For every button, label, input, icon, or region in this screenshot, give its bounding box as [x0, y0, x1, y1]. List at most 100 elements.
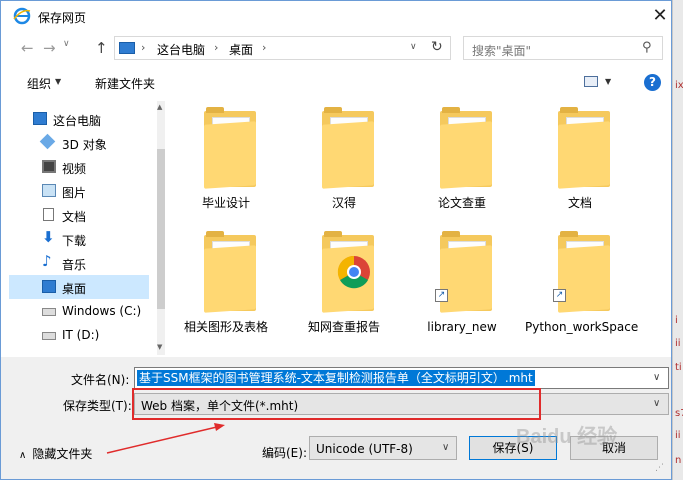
folder-item[interactable]: 相关图形及表格: [171, 225, 281, 343]
folder-label: library_new: [427, 320, 497, 334]
bg-fragment: ix: [675, 80, 683, 91]
breadcrumb-this-pc[interactable]: 这台电脑: [157, 41, 205, 58]
refresh-icon[interactable]: ↻: [431, 39, 443, 55]
annotation-arrow: [106, 423, 225, 454]
sidebar-item-drive-c[interactable]: Windows (C:): [9, 299, 149, 323]
breadcrumb-separator-icon[interactable]: ›: [214, 41, 218, 54]
drive-icon: [42, 308, 56, 316]
sidebar-item-drive-d[interactable]: IT (D:): [9, 323, 149, 347]
folder-item[interactable]: 汉得: [289, 101, 399, 219]
bg-fragment: ii: [675, 338, 681, 349]
folder-item[interactable]: 知网查重报告: [289, 225, 399, 343]
background-page-strip: ix i ii ti s7 ii n: [672, 0, 683, 480]
bg-fragment: ii: [675, 430, 681, 441]
drive-icon: [42, 332, 56, 340]
chevron-down-icon[interactable]: ∨: [653, 372, 660, 383]
command-toolbar: 组织 ▼ 新建文件夹 ▼ ?: [1, 67, 671, 97]
forward-icon[interactable]: →: [43, 39, 56, 57]
chevron-down-icon[interactable]: ∨: [653, 398, 660, 409]
chevron-down-icon[interactable]: ▼: [605, 77, 611, 86]
folder-label: 相关图形及表格: [183, 320, 268, 334]
sidebar-item-downloads[interactable]: ⬇ 下载: [9, 227, 149, 251]
scrollbar-thumb[interactable]: [157, 149, 165, 309]
sidebar-item-music[interactable]: ♪ 音乐: [9, 251, 149, 275]
folder-icon: [204, 107, 256, 189]
sidebar-item-label: 文档: [62, 210, 87, 224]
search-input[interactable]: 搜索"桌面": [472, 42, 531, 59]
sidebar-item-pictures[interactable]: 图片: [9, 179, 149, 203]
encoding-value: Unicode (UTF-8): [316, 442, 413, 456]
search-icon[interactable]: ⚲: [642, 40, 652, 55]
resize-grip-icon[interactable]: ⋰: [655, 463, 664, 473]
title-bar: 保存网页 ✕: [1, 1, 671, 31]
back-icon[interactable]: ←: [21, 39, 34, 57]
folder-label: 毕业设计: [201, 196, 250, 210]
address-bar[interactable]: › 这台电脑 › 桌面 › ∨ ↻: [114, 36, 451, 60]
save-dialog: 保存网页 ✕ ← → ∨ ↑ › 这台电脑 › 桌面 › ∨ ↻ 搜索"桌面" …: [0, 0, 672, 480]
folder-icon: [204, 231, 256, 313]
help-icon[interactable]: ?: [644, 74, 661, 91]
pictures-icon: [42, 184, 56, 197]
sidebar-item-this-pc[interactable]: 这台电脑: [9, 107, 149, 131]
chevron-down-icon[interactable]: ∨: [442, 442, 449, 453]
search-box[interactable]: 搜索"桌面" ⚲: [463, 36, 663, 60]
shortcut-arrow-icon: ↗: [435, 289, 448, 302]
desktop-icon: [42, 280, 56, 293]
folder-icon: [440, 107, 492, 189]
navigation-bar: ← → ∨ ↑ › 这台电脑 › 桌面 › ∨ ↻ 搜索"桌面" ⚲: [1, 33, 671, 63]
computer-icon: [119, 42, 135, 54]
encoding-select[interactable]: Unicode (UTF-8) ∨: [309, 436, 457, 460]
breadcrumb-separator-icon[interactable]: ›: [262, 41, 266, 54]
download-icon: ⬇: [42, 228, 55, 246]
bg-fragment: s7: [675, 408, 683, 419]
navigation-scrollbar[interactable]: ▲ ▼: [157, 101, 165, 355]
folder-shortcut-item[interactable]: ↗ Python_workSpace: [525, 225, 638, 343]
folder-label: 文档: [567, 196, 592, 210]
sidebar-item-label: 视频: [62, 162, 87, 176]
up-icon[interactable]: ↑: [95, 39, 108, 57]
folder-item[interactable]: 论文查重: [407, 101, 517, 219]
sidebar-item-3d-objects[interactable]: 3D 对象: [9, 131, 149, 155]
hide-folders-toggle[interactable]: ∧ 隐藏文件夹: [19, 445, 92, 462]
sidebar-item-desktop[interactable]: 桌面: [9, 275, 149, 299]
sidebar-item-label: 这台电脑: [53, 114, 102, 128]
close-button[interactable]: ✕: [649, 5, 671, 27]
address-dropdown-icon[interactable]: ∨: [410, 42, 417, 52]
hide-folders-label: 隐藏文件夹: [32, 447, 93, 461]
recent-locations-dropdown-icon[interactable]: ∨: [63, 39, 70, 49]
music-icon: ♪: [42, 252, 52, 270]
scroll-down-icon[interactable]: ▼: [157, 343, 162, 351]
chevron-up-icon: ∧: [19, 450, 27, 461]
new-folder-button[interactable]: 新建文件夹: [95, 75, 155, 92]
folder-item[interactable]: 毕业设计: [171, 101, 281, 219]
window-title: 保存网页: [38, 11, 87, 25]
organize-button[interactable]: 组织: [27, 75, 51, 92]
sidebar-item-label: 3D 对象: [62, 138, 107, 152]
chrome-icon: [337, 255, 370, 289]
bg-fragment: i: [675, 315, 678, 326]
sidebar-item-label: Windows (C:): [62, 304, 142, 318]
documents-icon: [43, 208, 54, 221]
sidebar-item-documents[interactable]: 文档: [9, 203, 149, 227]
computer-icon: [33, 112, 47, 125]
encoding-label: 编码(E):: [262, 446, 307, 460]
sidebar-item-label: IT (D:): [62, 328, 100, 342]
folder-label: 论文查重: [437, 196, 486, 210]
breadcrumb-desktop[interactable]: 桌面: [229, 41, 253, 58]
folder-item[interactable]: 文档: [525, 101, 635, 219]
scroll-up-icon[interactable]: ▲: [157, 103, 162, 111]
file-list: 毕业设计 汉得 论文查重 文档 相关图形及表格 知网查重报告 ↗ library…: [167, 101, 659, 355]
shortcut-arrow-icon: ↗: [553, 289, 566, 302]
folder-shortcut-item[interactable]: ↗ library_new: [407, 225, 517, 343]
sidebar-item-label: 图片: [62, 186, 87, 200]
change-view-icon[interactable]: [584, 76, 598, 87]
bg-fragment: n: [675, 455, 682, 466]
save-form: 文件名(N): 基于SSM框架的图书管理系统-文本复制检测报告单（全文标明引文）…: [1, 357, 671, 479]
folder-label: 汉得: [331, 196, 356, 210]
sidebar-item-videos[interactable]: 视频: [9, 155, 149, 179]
bg-fragment: ti: [675, 362, 682, 373]
3d-objects-icon: [39, 133, 56, 150]
chevron-down-icon[interactable]: ▼: [55, 77, 61, 86]
breadcrumb-separator-icon[interactable]: ›: [141, 41, 145, 54]
navigation-pane: 这台电脑 3D 对象 视频 图片 文档 ⬇ 下载 ♪ 音乐 桌面 Windows…: [9, 101, 165, 355]
